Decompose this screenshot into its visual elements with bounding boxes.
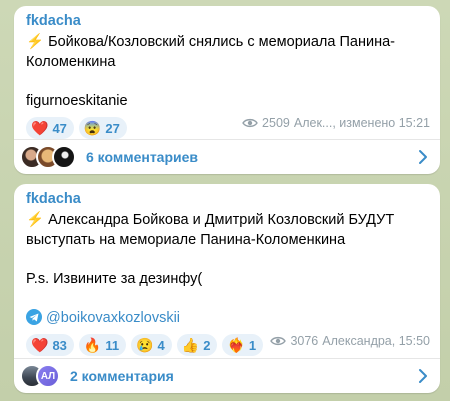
chevron-right-icon	[419, 369, 427, 383]
avatar	[52, 145, 76, 169]
post-text-line: Коломенкина	[26, 53, 116, 70]
view-count: 2509	[262, 116, 290, 130]
channel-post: fkdacha ⚡ Бойкова/Козловский снялись с м…	[14, 6, 440, 174]
avatar-initials: АЛ	[36, 364, 60, 388]
post-text-line: выступать на мемориале Панина-Коломенкин…	[26, 231, 346, 248]
channel-name[interactable]: fkdacha	[26, 190, 430, 209]
comments-count-label: 2 комментария	[70, 368, 174, 384]
commenter-avatars: АЛ	[20, 364, 60, 388]
reaction-count: 47	[52, 120, 67, 136]
post-meta: 2509 Алек..., изменено 15:21	[242, 116, 430, 130]
author-time: Алек..., изменено 15:21	[293, 116, 430, 130]
post-text-line: ⚡ Александра Бойкова и Дмитрий Козловски…	[26, 212, 395, 228]
telegram-icon	[26, 309, 42, 325]
reaction-heart[interactable]: ❤️ 83	[26, 334, 74, 356]
reaction-fearful[interactable]: 😨 27	[78, 117, 127, 139]
post-text-line	[26, 289, 430, 309]
post-text: ⚡ Бойкова/Козловский снялись с мемориала…	[26, 33, 430, 111]
channel-link-text[interactable]: @boikovaxkozlovskii	[46, 310, 180, 326]
post-text-line: figurnoeskitanie	[26, 92, 128, 109]
comments-count-label: 6 комментариев	[86, 149, 199, 165]
crying-face-icon: 😢	[136, 337, 154, 353]
reaction-count: 2	[203, 337, 211, 353]
heart-icon: ❤️	[31, 120, 49, 136]
reaction-fire[interactable]: 🔥 11	[78, 334, 127, 356]
channel-post: fkdacha ⚡ Александра Бойкова и Дмитрий К…	[14, 184, 440, 393]
reaction-count: 83	[52, 337, 67, 353]
reaction-count: 1	[248, 337, 257, 353]
author-time: Александра, 15:50	[322, 334, 430, 348]
post-text-line	[26, 250, 430, 270]
reaction-heart-on-fire[interactable]: ❤️‍🔥 1	[222, 334, 264, 356]
post-text-line: P.s. Извините за дезинфу(	[26, 270, 203, 287]
channel-link[interactable]: @boikovaxkozlovskii	[26, 309, 430, 329]
chevron-right-icon	[419, 150, 427, 164]
view-count: 3076	[290, 334, 319, 348]
eye-icon	[242, 118, 258, 128]
reaction-heart[interactable]: ❤️ 47	[26, 117, 74, 139]
channel-name[interactable]: fkdacha	[26, 12, 430, 31]
fearful-face-icon: 😨	[83, 120, 102, 136]
post-text-line	[26, 72, 430, 92]
post-text: ⚡ Александра Бойкова и Дмитрий Козловски…	[26, 211, 430, 328]
post-meta: 3076 Александра, 15:50	[270, 334, 430, 348]
commenter-avatars	[20, 145, 76, 169]
fire-icon: 🔥	[83, 337, 102, 353]
comments-button[interactable]: 6 комментариев	[14, 139, 440, 174]
eye-icon	[270, 336, 287, 346]
reaction-count: 11	[105, 337, 120, 353]
comments-button[interactable]: АЛ 2 комментария	[14, 358, 440, 393]
reaction-count: 4	[157, 337, 165, 353]
heart-icon: ❤️	[31, 337, 49, 353]
thumbs-up-icon: 👍	[181, 337, 200, 353]
heart-on-fire-icon: ❤️‍🔥	[227, 337, 245, 353]
reaction-crying[interactable]: 😢 4	[131, 334, 172, 356]
reaction-thumbs-up[interactable]: 👍 2	[176, 334, 218, 356]
post-text-line: ⚡ Бойкова/Козловский снялись с мемориала…	[26, 34, 395, 50]
reaction-count: 27	[105, 120, 120, 136]
